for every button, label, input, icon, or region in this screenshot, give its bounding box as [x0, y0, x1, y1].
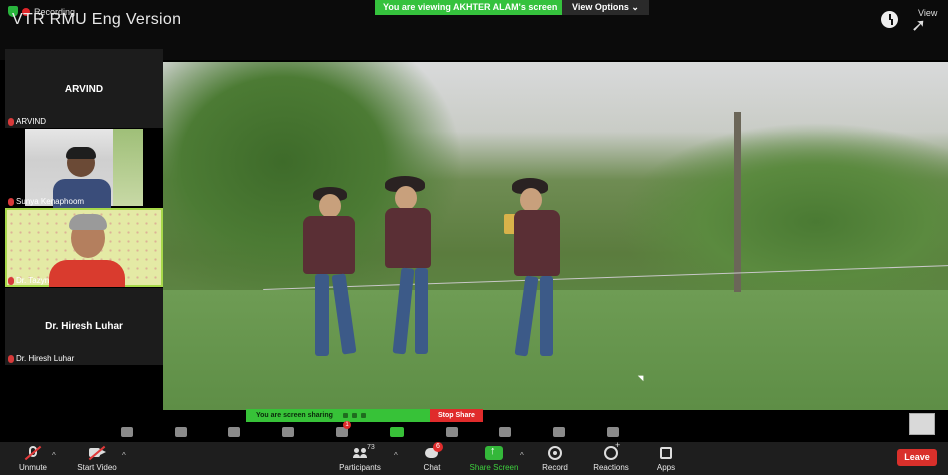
- chevron-down-icon: ⌄: [631, 2, 639, 12]
- sharing-text: You are screen sharing: [256, 412, 333, 419]
- pause-share-icon[interactable]: [342, 413, 348, 418]
- mic-icon[interactable]: [120, 427, 133, 437]
- share-screen-icon: [485, 445, 503, 460]
- remote-control-icon[interactable]: [553, 427, 566, 437]
- person-body: [49, 260, 125, 287]
- participant-label: ARVIND: [8, 117, 46, 126]
- participant-label: Dr. Tazyn: [8, 276, 49, 285]
- utility-pole: [734, 112, 741, 292]
- screen-sharing-bar: You are screen sharing Stop Share: [246, 409, 483, 422]
- sharing-status: You are screen sharing: [246, 409, 430, 422]
- apps-icon: [657, 446, 675, 460]
- start-video-label: Start Video: [77, 463, 117, 472]
- participant-label: Sunya Kenaphoom: [8, 197, 84, 206]
- leave-button[interactable]: Leave: [897, 449, 937, 466]
- participants-icon[interactable]: [282, 427, 295, 437]
- chevron-up-icon[interactable]: ^: [520, 451, 524, 460]
- fullscreen-arrow-icon: ➚: [911, 15, 927, 35]
- view-button[interactable]: View ➚: [905, 6, 941, 34]
- start-video-button[interactable]: Start Video: [74, 442, 120, 475]
- grass-field: [163, 290, 948, 410]
- sharer-mini-toolbar: [100, 421, 640, 442]
- record-button[interactable]: Record: [538, 442, 572, 475]
- unmute-button[interactable]: Unmute: [14, 442, 52, 475]
- security-icon[interactable]: [228, 427, 241, 437]
- apps-button[interactable]: Apps: [652, 442, 680, 475]
- view-options-label: View Options: [572, 2, 629, 12]
- chat-icon[interactable]: [336, 421, 352, 437]
- meeting-title: VTR RMU Eng Version: [12, 11, 182, 28]
- stop-share-button[interactable]: Stop Share: [430, 409, 483, 422]
- muted-mic-icon: [8, 354, 14, 363]
- participants-count: 73: [367, 444, 375, 451]
- background-plant: [113, 129, 143, 206]
- chat-badge: 6: [433, 442, 443, 452]
- participant-label-text: ARVIND: [16, 117, 47, 126]
- more-icon[interactable]: [360, 413, 366, 418]
- chevron-up-icon[interactable]: ^: [394, 451, 398, 460]
- viewing-banner: You are viewing AKHTER ALAM's screen: [375, 0, 566, 15]
- clock-icon[interactable]: [881, 11, 898, 28]
- apps-label: Apps: [656, 463, 676, 472]
- record-icon: [546, 446, 564, 460]
- participant-video: [25, 129, 143, 208]
- participant-name: Dr. Hiresh Luhar: [45, 321, 123, 332]
- participant-tile[interactable]: ARVIND ARVIND: [5, 49, 163, 128]
- annotate-icon[interactable]: [499, 427, 512, 437]
- chevron-up-icon[interactable]: ^: [52, 451, 56, 460]
- participant-tile[interactable]: Dr. Hiresh Luhar Dr. Hiresh Luhar: [5, 288, 163, 365]
- muted-mic-icon: [8, 276, 14, 285]
- participants-button[interactable]: 73 Participants: [336, 442, 384, 475]
- new-share-icon[interactable]: [389, 427, 404, 437]
- participant-label: Dr. Hiresh Luhar: [8, 354, 74, 363]
- participant-label-text: Dr. Hiresh Luhar: [16, 354, 75, 363]
- reactions-icon: [602, 440, 620, 460]
- chat-button[interactable]: 6 Chat: [418, 442, 446, 475]
- chevron-up-icon[interactable]: ^: [122, 451, 126, 460]
- reactions-label: Reactions: [593, 463, 629, 472]
- participant-gallery: ARVIND ARVIND Sunya Kenaphoom Dr. Tazyn: [5, 49, 163, 365]
- muted-mic-icon: [8, 117, 14, 126]
- meeting-toolbar: Unmute ^ Start Video ^ 73 Participants ^…: [0, 440, 948, 475]
- view-options-button[interactable]: View Options ⌄: [562, 0, 649, 15]
- video-icon[interactable]: [174, 427, 187, 437]
- logo-thumbnail: [909, 413, 935, 435]
- muted-mic-icon: [8, 197, 14, 206]
- share-screen-button[interactable]: Share Screen: [466, 442, 522, 475]
- mic-muted-icon: [24, 445, 42, 461]
- participant-label-text: Dr. Tazyn: [16, 276, 50, 285]
- annotate-icon[interactable]: [351, 413, 357, 418]
- participant-name: ARVIND: [64, 84, 104, 95]
- participant-label-text: Sunya Kenaphoom: [16, 197, 85, 206]
- unmute-label: Unmute: [18, 463, 47, 472]
- more-icon[interactable]: [607, 427, 620, 437]
- share-screen-label: Share Screen: [469, 463, 519, 472]
- person-hair: [66, 147, 96, 159]
- participants-icon: 73: [351, 444, 375, 460]
- chat-label: Chat: [423, 463, 441, 472]
- camera-off-icon: [88, 445, 106, 461]
- participant-tile[interactable]: Sunya Kenaphoom: [5, 129, 163, 208]
- pause-icon[interactable]: [445, 427, 458, 437]
- person-hair: [69, 214, 107, 230]
- record-label: Record: [542, 463, 568, 472]
- participant-tile-active[interactable]: Dr. Tazyn: [5, 208, 163, 287]
- reactions-button[interactable]: Reactions: [590, 440, 632, 475]
- participants-label: Participants: [339, 463, 381, 472]
- shared-screen-video: [163, 62, 948, 410]
- chat-icon: 6: [423, 442, 443, 460]
